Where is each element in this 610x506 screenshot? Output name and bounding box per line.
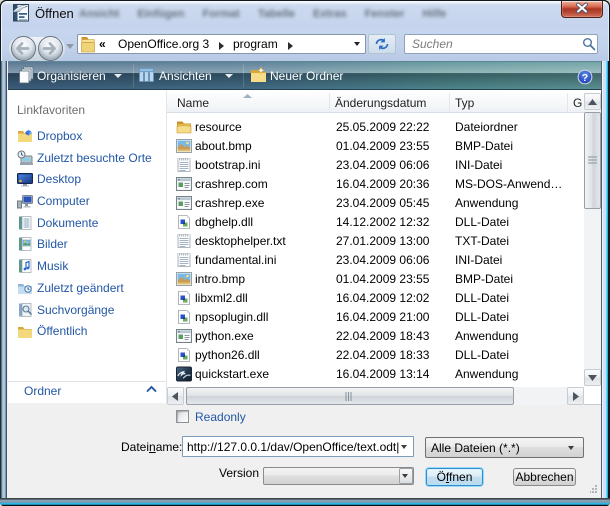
- svg-text:?: ?: [582, 72, 588, 84]
